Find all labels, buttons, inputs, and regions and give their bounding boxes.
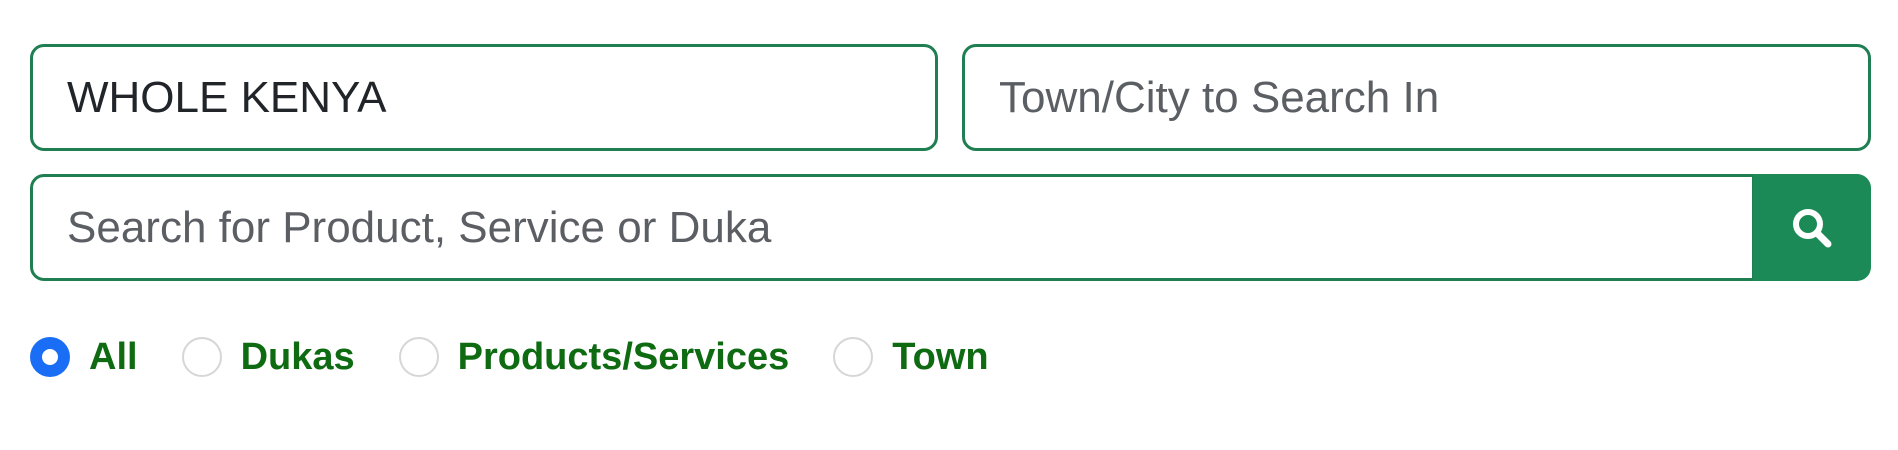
radio-dukas[interactable]: Dukas [181, 336, 355, 378]
radio-products-services[interactable]: Products/Services [398, 336, 790, 378]
radio-town-button[interactable] [833, 337, 874, 377]
search-button[interactable] [1753, 174, 1871, 281]
radio-products-services-button[interactable] [398, 337, 439, 377]
radio-products-services-label[interactable]: Products/Services [458, 336, 790, 378]
radio-town-label[interactable]: Town [892, 336, 988, 378]
search-filter-radio-group: All Dukas Products/Services Town [30, 336, 1033, 378]
radio-town[interactable]: Town [833, 336, 989, 378]
radio-dukas-label[interactable]: Dukas [241, 336, 355, 378]
radio-all[interactable]: All [30, 336, 138, 378]
search-icon [1793, 208, 1832, 247]
radio-all-button[interactable] [30, 337, 70, 377]
location-select[interactable]: WHOLE KENYA [30, 44, 938, 151]
search-input[interactable] [30, 174, 1755, 281]
radio-all-label[interactable]: All [89, 336, 138, 378]
radio-dukas-button[interactable] [181, 337, 222, 377]
town-city-input[interactable] [962, 44, 1871, 151]
